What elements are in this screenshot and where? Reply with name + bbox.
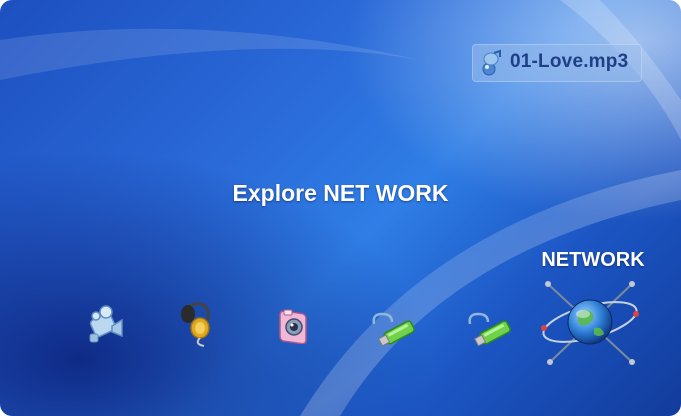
camera-icon: [279, 309, 307, 344]
menu-item-network[interactable]: [538, 276, 642, 368]
usb-drive-icon: [468, 312, 511, 346]
globe-network-icon: [541, 281, 639, 365]
menu-item-usb-1[interactable]: [370, 306, 422, 346]
menu-item-photo[interactable]: [276, 304, 312, 344]
usb-drive-icon: [372, 312, 415, 346]
menu-item-video[interactable]: [84, 302, 126, 346]
now-playing-filename: 01-Love.mp3: [510, 51, 629, 72]
now-playing-badge: 01-Love.mp3: [472, 44, 642, 82]
page-title: Explore NET WORK: [232, 180, 449, 206]
video-camera-icon: [89, 305, 123, 343]
menu-item-usb-2[interactable]: [466, 306, 518, 346]
headphones-icon: [181, 302, 210, 347]
music-note-icon: [482, 49, 501, 76]
selected-menu-label: NETWORK: [541, 249, 645, 271]
menu-item-music[interactable]: [178, 298, 214, 348]
media-player-screen: 01-Love.mp3 Explore NET WORK NETWORK: [0, 0, 681, 416]
